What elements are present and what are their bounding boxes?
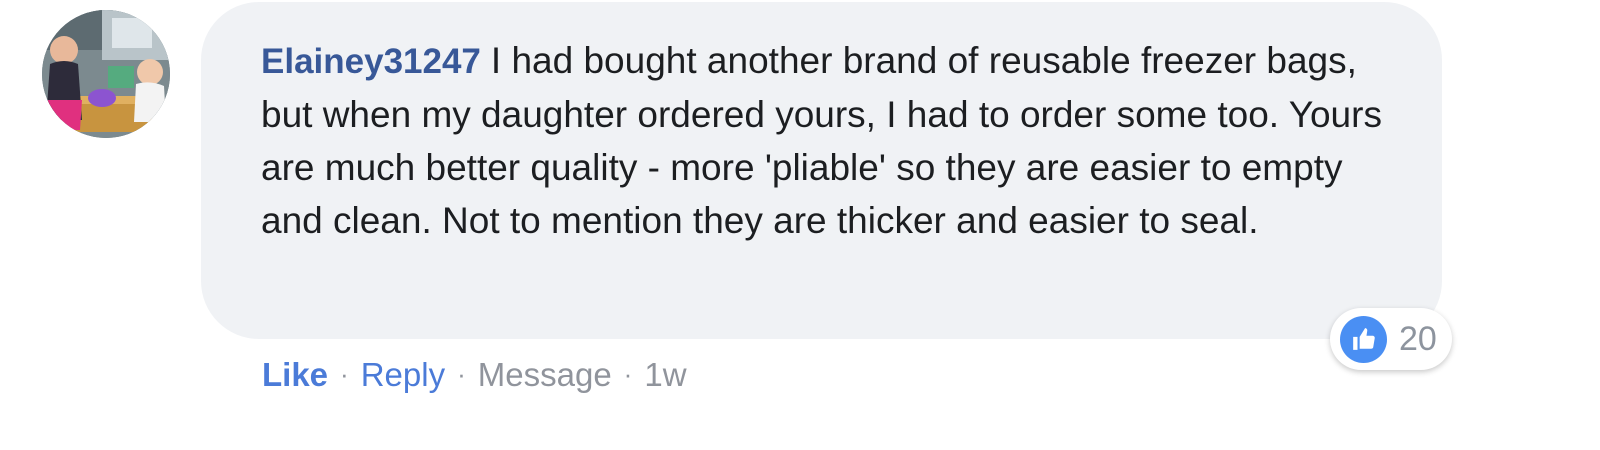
comment-timestamp[interactable]: 1w bbox=[644, 356, 686, 393]
user-photo-avatar-icon bbox=[42, 10, 170, 138]
thumbs-up-icon bbox=[1340, 315, 1387, 363]
comment-actions: Like · Reply · Message · 1w bbox=[262, 352, 687, 397]
like-button[interactable]: Like bbox=[262, 356, 328, 393]
avatar[interactable] bbox=[42, 10, 170, 138]
comment: Elainey31247 I had bought another brand o… bbox=[0, 0, 1600, 450]
separator-dot: · bbox=[340, 359, 349, 389]
reaction-count: 20 bbox=[1399, 319, 1437, 358]
comment-bubble: Elainey31247 I had bought another brand o… bbox=[201, 2, 1442, 339]
reaction-summary[interactable]: 20 bbox=[1330, 308, 1452, 370]
comment-author[interactable]: Elainey31247 bbox=[261, 42, 481, 81]
separator-dot: · bbox=[623, 359, 633, 389]
reply-button[interactable]: Reply bbox=[361, 356, 445, 393]
message-button[interactable]: Message bbox=[478, 356, 612, 393]
separator-dot: · bbox=[457, 359, 466, 389]
